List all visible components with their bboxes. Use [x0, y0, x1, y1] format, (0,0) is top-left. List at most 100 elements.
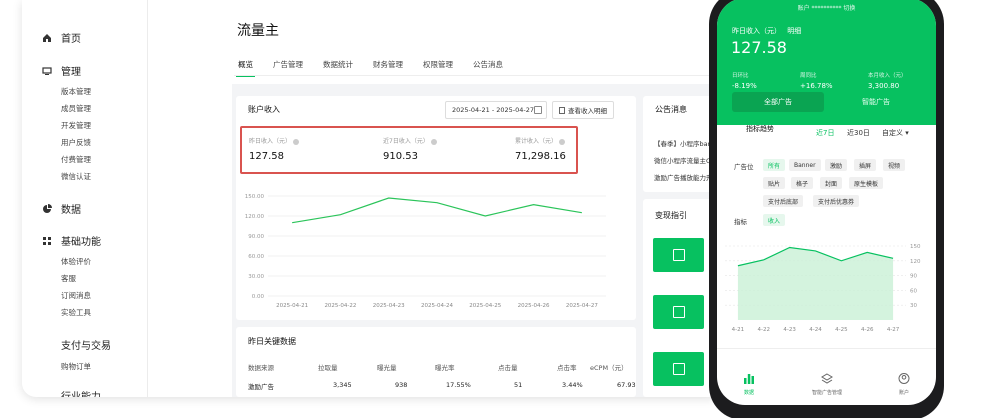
slot-chip[interactable]: 所有 [763, 159, 786, 171]
x-tick-label: 2025-04-27 [566, 303, 598, 309]
y-tick-label: 90 [910, 274, 917, 280]
y-tick-label: 150 [910, 244, 921, 250]
view-detail-button[interactable]: 查看收入明细 [552, 101, 614, 119]
sidebar-item-subscribe[interactable]: 订阅消息 [61, 290, 91, 301]
calendar-icon [534, 106, 542, 114]
help-icon[interactable] [293, 138, 300, 145]
mobile-header: 账户 ********** 切换 昨日收入（元） 明细 127.58 日环比 -… [717, 0, 936, 125]
sidebar-item-members[interactable]: 成员管理 [61, 103, 91, 114]
smart-ads-button[interactable]: 智能广告 [830, 92, 922, 112]
nav-data[interactable]: 数据 [719, 373, 779, 396]
x-tick-label: 2025-04-23 [373, 303, 405, 309]
sidebar-manage[interactable]: 管理 [42, 63, 81, 78]
sidebar-pay-label: 支付与交易 [61, 341, 111, 352]
phone-frame: 账户 ********** 切换 昨日收入（元） 明细 127.58 日环比 -… [709, 0, 944, 418]
sidebar-data[interactable]: 数据 [42, 201, 81, 216]
help-icon[interactable] [430, 138, 437, 145]
x-tick-label: 2025-04-21 [276, 303, 308, 309]
key-data-title: 昨日关键数据 [248, 337, 296, 346]
table-header: 拉取量 [318, 364, 338, 372]
monitor-icon [42, 66, 52, 76]
notice-item[interactable]: 微信小程序流量主Q2 [654, 155, 715, 165]
nav-smart-ads[interactable]: 智能广告管理 [797, 373, 857, 396]
period-7d[interactable]: 近7日 [816, 128, 834, 138]
mobile-stat-value: -8.19% [732, 82, 757, 90]
sidebar-item-certify[interactable]: 微信认证 [61, 171, 91, 182]
table-cell: 67.93 [617, 381, 636, 389]
y-tick-label: 120.00 [245, 214, 265, 220]
sidebar-industry[interactable]: 行业能力 [61, 388, 101, 397]
mobile-stat: 本月收入（元） 3,300.80 [868, 71, 907, 90]
slot-chip[interactable]: 插屏 [854, 159, 877, 171]
sidebar-item-service[interactable]: 客服 [61, 273, 76, 284]
mobile-account-switch[interactable]: 账户 ********** 切换 [717, 3, 936, 12]
x-tick-label: 4-22 [758, 327, 770, 333]
slot-chip[interactable]: Banner [789, 159, 821, 171]
metric-total-value: 71,298.16 [515, 151, 566, 162]
metric-chip[interactable]: 收入 [763, 214, 786, 226]
guide-item[interactable] [653, 238, 704, 272]
sidebar-item-orders[interactable]: 购物订单 [61, 361, 91, 372]
notice-title: 公告消息 [655, 105, 687, 114]
notice-item[interactable]: 激励广告播放能力升 [654, 172, 713, 182]
pie-chart-icon [42, 203, 52, 214]
nav-account[interactable]: 账户 [874, 373, 934, 396]
sidebar-data-label: 数据 [61, 205, 81, 216]
guide-item[interactable] [653, 295, 704, 329]
guide-item[interactable] [653, 352, 704, 386]
tab-divider [234, 75, 722, 76]
table-header: 数据来源 [248, 364, 274, 372]
y-tick-label: 30 [910, 303, 917, 309]
sidebar-item-feedback[interactable]: 用户反馈 [61, 137, 91, 148]
help-icon[interactable] [559, 138, 566, 145]
sidebar-pay[interactable]: 支付与交易 [61, 337, 111, 352]
period-custom[interactable]: 自定义 ▾ [882, 128, 909, 138]
view-detail-label: 查看收入明细 [568, 107, 607, 115]
slot-chip[interactable]: 原生模板 [849, 177, 884, 189]
table-header: 曝光量 [377, 364, 397, 372]
table-cell: 938 [395, 381, 408, 389]
slot-chip[interactable]: 格子 [791, 177, 814, 189]
table-header: eCPM（元） [590, 364, 628, 372]
slot-chip[interactable]: 支付后底部 [763, 195, 804, 207]
mobile-stat: 周同比 +16.78% [800, 71, 833, 90]
sidebar-item-version[interactable]: 版本管理 [61, 86, 91, 97]
sidebar: 首页 管理 版本管理 成员管理 开发管理 用户反馈 付费管理 微信认证 数据 基… [22, 0, 148, 397]
slot-chip[interactable]: 激励 [825, 159, 848, 171]
mobile-stat: 日环比 -8.19% [732, 71, 757, 90]
series-line [292, 197, 582, 224]
metric-total-label: 累计收入（元） [515, 138, 558, 145]
sidebar-home[interactable]: 首页 [42, 30, 81, 45]
y-tick-label: 0.00 [252, 294, 265, 300]
date-range-picker[interactable]: 2025-04-21 - 2025-04-27 [445, 101, 547, 119]
table-header: 点击量 [498, 364, 518, 372]
phone-screen: 账户 ********** 切换 昨日收入（元） 明细 127.58 日环比 -… [717, 0, 936, 405]
user-icon [898, 373, 910, 384]
x-tick-label: 2025-04-26 [518, 303, 550, 309]
slot-chip[interactable]: 封面 [820, 177, 843, 189]
y-tick-label: 60 [910, 288, 917, 294]
sidebar-item-review[interactable]: 体验评价 [61, 256, 91, 267]
sidebar-item-experiment[interactable]: 实验工具 [61, 307, 91, 318]
mobile-detail-link[interactable]: 明细 [787, 27, 801, 35]
layers-icon [821, 373, 833, 384]
sidebar-item-dev[interactable]: 开发管理 [61, 120, 91, 131]
metric-7day: 近7日收入（元） 910.53 [383, 136, 437, 162]
table-cell: 3,345 [333, 381, 352, 389]
metric-total: 累计收入（元） 71,298.16 [515, 136, 566, 162]
sidebar-basic-label: 基础功能 [61, 237, 101, 248]
table-cell: 3.44% [562, 381, 583, 389]
slot-chip[interactable]: 贴片 [763, 177, 786, 189]
slot-chip[interactable]: 支付后优惠券 [813, 195, 860, 207]
y-tick-label: 150.00 [245, 194, 265, 200]
revenue-title: 账户收入 [248, 105, 280, 114]
all-ads-button[interactable]: 全部广告 [732, 92, 824, 112]
table-header: 曝光率 [435, 364, 455, 372]
table-cell: 51 [514, 381, 523, 389]
revenue-line-chart: 150.00 120.00 90.00 60.00 30.00 0.00 2025-04-2… [245, 194, 606, 309]
sidebar-item-payment[interactable]: 付费管理 [61, 154, 91, 165]
slot-chip[interactable]: 视频 [883, 159, 906, 171]
sidebar-basic[interactable]: 基础功能 [42, 233, 101, 248]
mobile-stat-value: 3,300.80 [868, 82, 900, 90]
period-30d[interactable]: 近30日 [847, 128, 870, 138]
